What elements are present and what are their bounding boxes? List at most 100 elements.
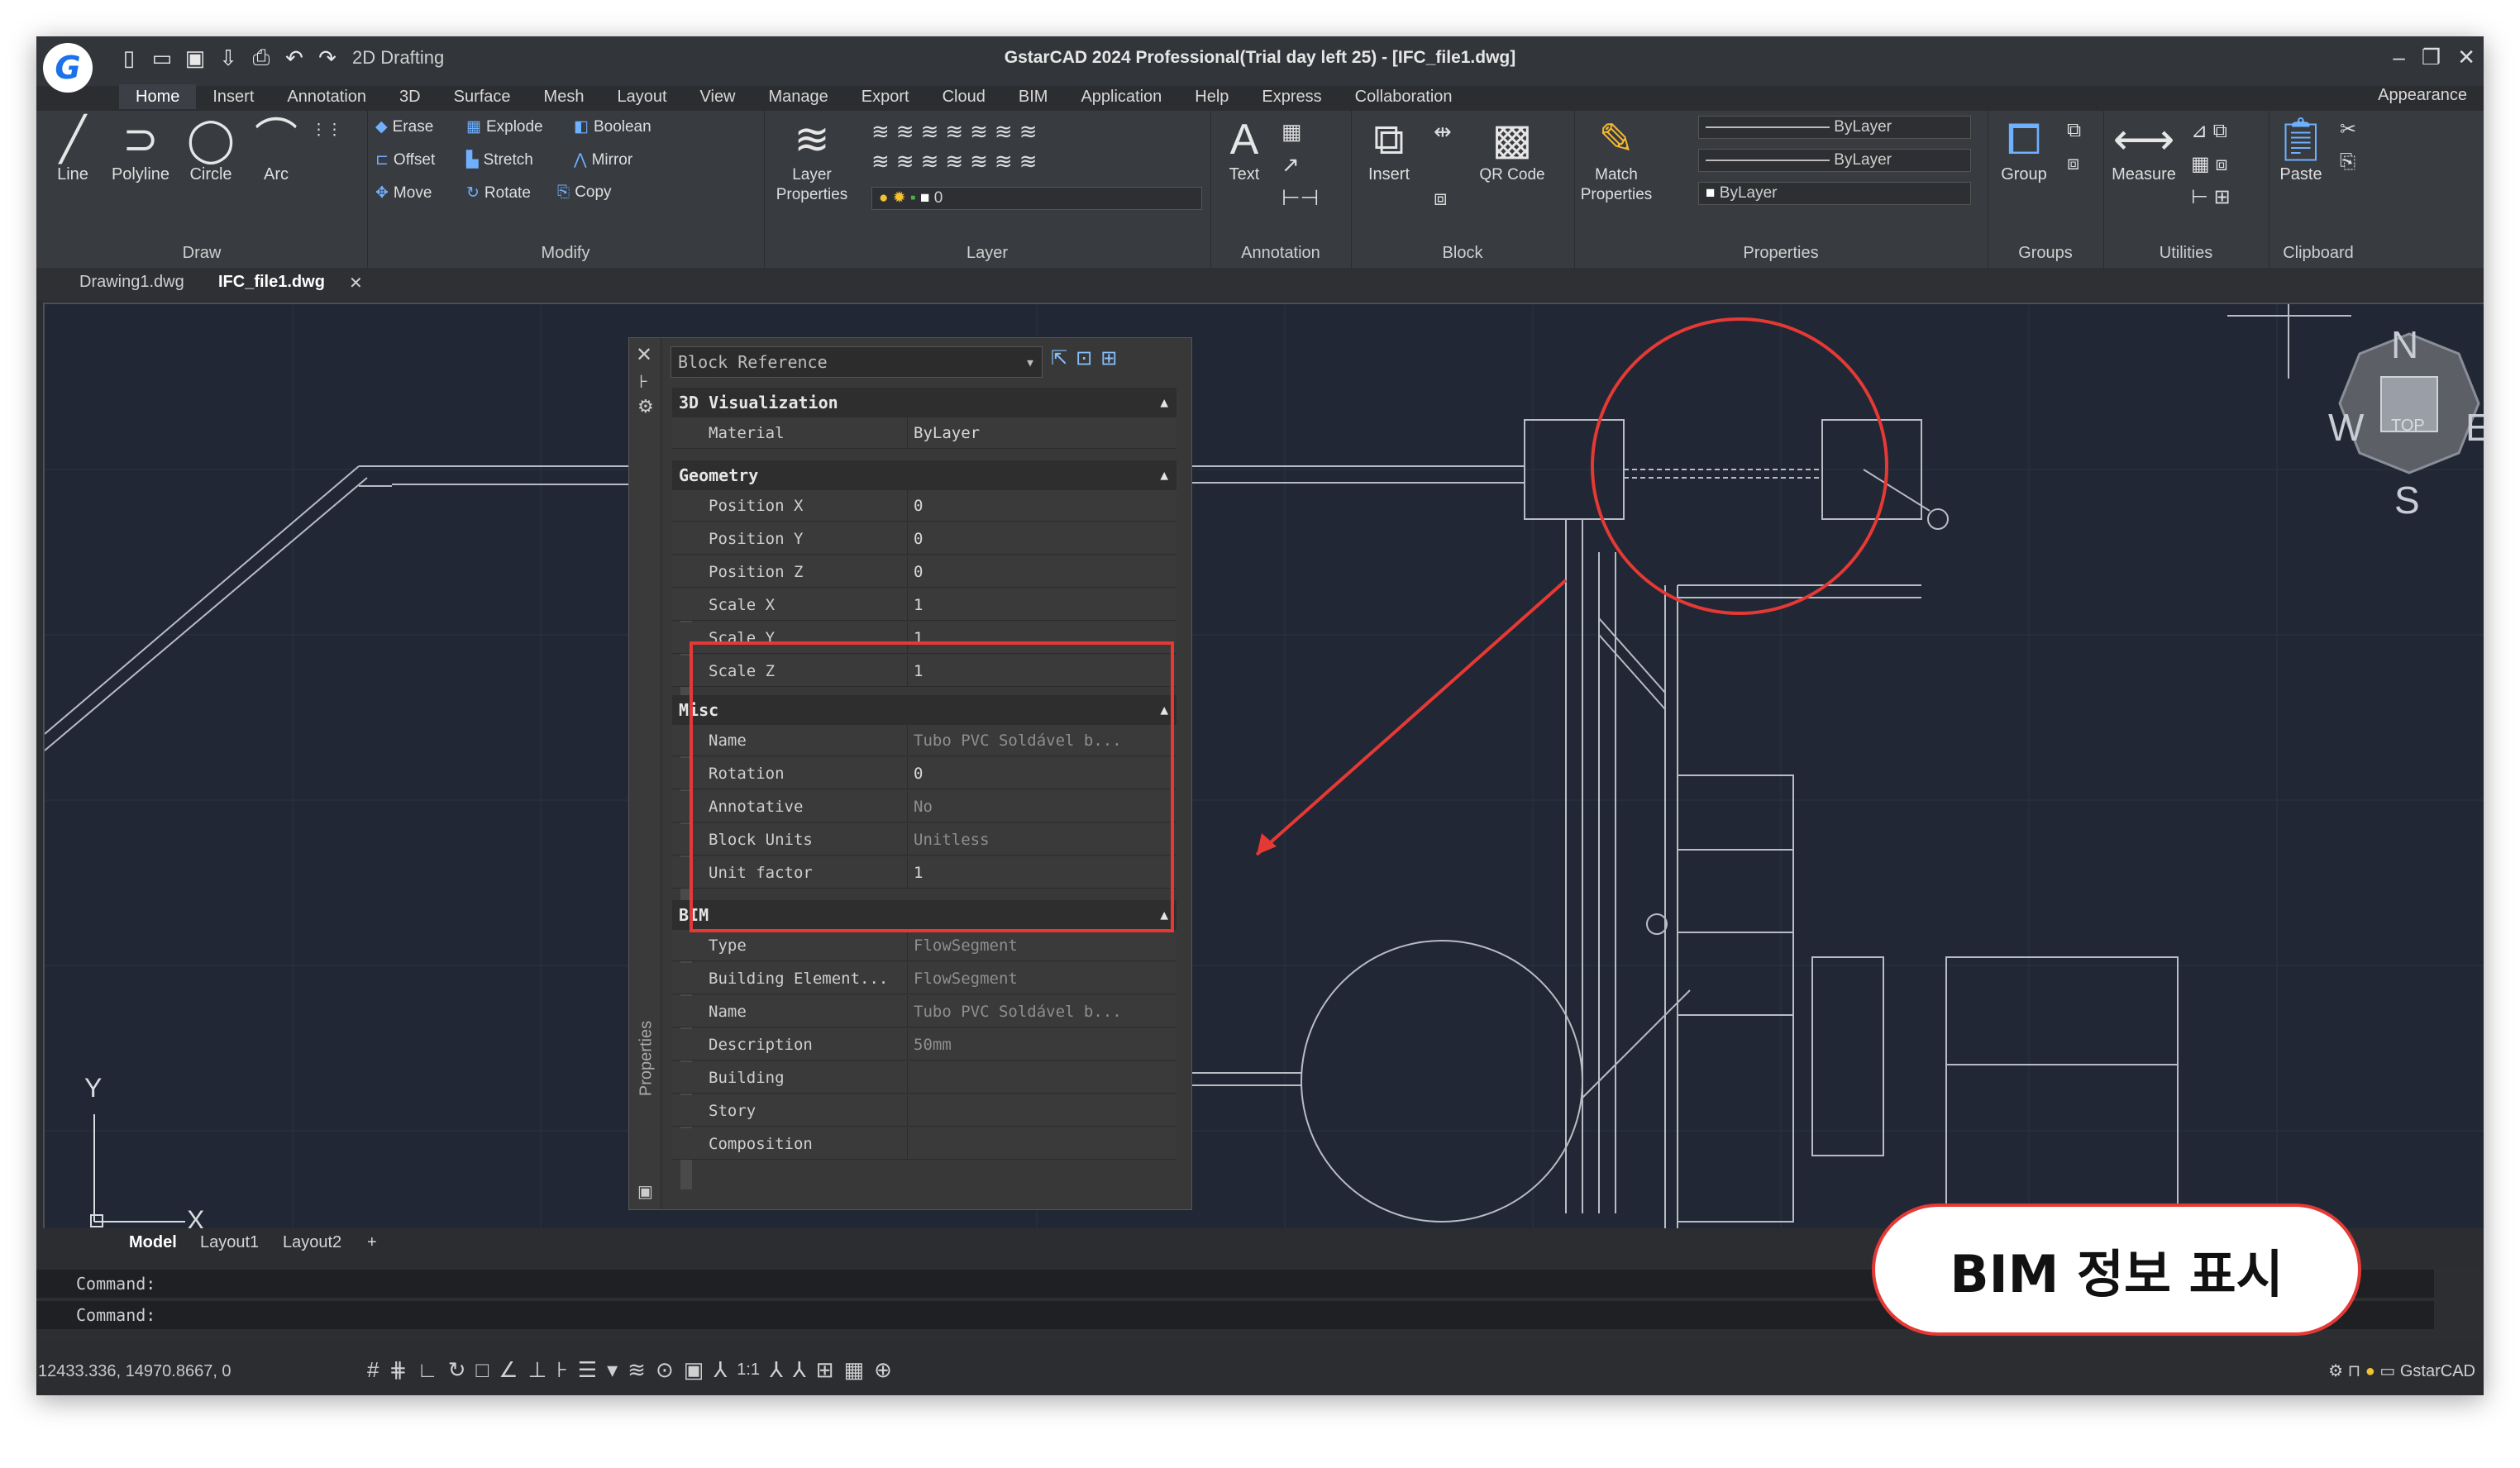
tab-export[interactable]: Export [845,84,926,109]
dynamic-input-icon[interactable]: ⊦ [556,1357,568,1383]
prop-row[interactable]: Building [672,1062,1176,1094]
annotation-panel-label[interactable]: Annotation [1210,244,1351,263]
rotate-button[interactable]: ↻ Rotate [466,184,531,203]
group-button[interactable]: ⧠ Group [1991,114,2057,184]
section-3d-visualization[interactable]: 3D Visualization ▲ [672,388,1176,417]
dimension-icon[interactable]: ⊢⊣ [1281,185,1319,211]
copy-clip-icon[interactable]: ⎘ [2340,150,2355,174]
restore-icon[interactable]: ❐ [2422,45,2441,70]
layer-properties-button[interactable]: ≋ Layer Properties [771,114,853,205]
lock-ui-icon[interactable]: ⊓ [2348,1362,2361,1380]
tab-insert[interactable]: Insert [196,84,270,109]
palette-bottom-icon[interactable]: ▣ [637,1181,653,1202]
annotation-scale-value[interactable]: 1:1 [737,1357,760,1383]
tab-3d[interactable]: 3D [383,84,437,109]
tab-layout[interactable]: Layout [600,84,683,109]
utility-icons-row3[interactable]: ⊢ ⊞ [2191,185,2231,209]
tab-drawing1[interactable]: Drawing1.dwg [79,273,184,292]
prop-row[interactable]: Description 50mm [672,1029,1176,1060]
auto-scale-icon[interactable]: ⅄ [793,1357,806,1383]
close-icon[interactable]: ✕ [2457,45,2475,70]
prop-row[interactable]: Material ByLayer [672,417,1176,449]
minimize-icon[interactable]: – [2393,45,2404,70]
drawing-canvas[interactable]: N S W E TOP Y X ✕ ⊦ ⚙ Properties ▣ Block… [43,303,2484,1230]
prop-row[interactable]: Composition [672,1128,1176,1160]
block-edit-icon[interactable]: ⇹ [1434,119,1452,145]
section-geometry[interactable]: Geometry ▲ [672,460,1176,490]
lineweight-dropdown[interactable]: ■ ByLayer [1698,182,1971,205]
palette-pin-icon[interactable]: ⊦ [639,371,648,393]
tab-home[interactable]: Home [119,84,197,109]
boolean-button[interactable]: ◧ Boolean [574,117,651,136]
tab-ifc-file1[interactable]: IFC_file1.dwg [218,273,325,292]
polyline-button[interactable]: ⊃ Polyline [107,114,174,184]
viewport-icon[interactable]: ▣ [684,1357,704,1383]
stretch-button[interactable]: ▙ Stretch [466,150,533,169]
utility-icons-row2[interactable]: ▦ ⧈ [2191,152,2228,176]
tab-layout2[interactable]: Layout2 [283,1233,341,1252]
compass-s-label[interactable]: S [2394,478,2420,522]
grid-icon[interactable]: # [367,1357,379,1383]
annotation-visibility-icon[interactable]: ⅄ [770,1357,783,1383]
circle-button[interactable]: ◯ Circle [182,114,240,184]
block-attr-icon[interactable]: ⧈ [1434,185,1448,212]
prop-row[interactable]: Building Element... FlowSegment [672,963,1176,994]
ortho-icon[interactable]: ∟ [417,1357,437,1383]
table-status-icon[interactable]: ▦ [844,1357,865,1383]
tab-bim[interactable]: BIM [1002,84,1065,109]
prop-row[interactable]: Position Z0 [672,556,1176,588]
zoom-icon[interactable]: ⊙ [656,1357,674,1383]
qr-code-button[interactable]: ▩ QR Code [1475,114,1549,185]
explode-button[interactable]: ▦ Explode [466,117,543,136]
tab-mesh[interactable]: Mesh [527,84,601,109]
group-edit-icon[interactable]: ⧉ [2067,119,2081,142]
snap-icon[interactable]: ⋕ [389,1357,407,1383]
modify-panel-label[interactable]: Modify [367,244,764,263]
dynamic-ucs-icon[interactable]: ⊥ [528,1357,547,1383]
compass-e-label[interactable]: E [2465,405,2484,450]
transparency-icon[interactable]: ▾ [607,1357,618,1383]
utility-icons-row1[interactable]: ⊿ ⧉ [2191,119,2227,143]
properties-panel-label[interactable]: Properties [1574,244,1988,263]
paste-button[interactable]: 📋︎ Paste [2272,114,2330,184]
annotation-scale-icon[interactable]: ⅄ [714,1357,727,1383]
offset-button[interactable]: ⊏ Offset [375,150,435,169]
workspace-switch-icon[interactable]: ⊞ [816,1357,834,1383]
groups-panel-label[interactable]: Groups [1988,244,2103,263]
move-button[interactable]: ✥ Move [375,184,432,203]
appearance-menu[interactable]: Appearance [2378,86,2467,105]
arc-button[interactable]: ⌒ Arc [251,114,301,184]
tab-manage[interactable]: Manage [752,84,845,109]
prop-row[interactable]: Name Tubo PVC Soldável b... [672,996,1176,1027]
settings-gear-icon[interactable]: ⚙ [2328,1362,2343,1380]
prop-row[interactable]: Type FlowSegment [672,930,1176,961]
tab-help[interactable]: Help [1178,84,1245,109]
tab-collaboration[interactable]: Collaboration [1339,84,1469,109]
tab-surface[interactable]: Surface [437,84,527,109]
table-icon[interactable]: ▦ [1281,119,1302,145]
measure-button[interactable]: ⟷ Measure [2107,114,2181,184]
palette-settings-icon[interactable]: ⚙ [637,396,654,417]
tab-model[interactable]: Model [129,1233,177,1252]
lineweight-icon[interactable]: ☰ [578,1357,597,1383]
layer-panel-label[interactable]: Layer [764,244,1210,263]
prop-row[interactable]: Position X0 [672,490,1176,522]
draw-panel-label[interactable]: Draw [36,244,367,263]
close-tab-icon[interactable]: ✕ [349,273,363,293]
tab-cloud[interactable]: Cloud [926,84,1002,109]
hardware-accel-icon[interactable]: ● [2365,1362,2375,1380]
tab-layout1[interactable]: Layout1 [200,1233,259,1252]
prop-row[interactable]: Scale X1 [672,589,1176,621]
layer-tools-icon[interactable]: ≋≋≋≋≋≋≋ [871,119,1044,145]
color-dropdown[interactable]: ByLayer [1698,116,1971,139]
palette-close-icon[interactable]: ✕ [636,343,652,367]
polar-icon[interactable]: ↻ [448,1357,466,1383]
line-button[interactable]: ╱ Line [48,114,98,184]
add-layout-button[interactable]: + [367,1233,377,1252]
tab-view[interactable]: View [684,84,752,109]
tab-application[interactable]: Application [1064,84,1178,109]
quick-select-icon[interactable]: ⊡ [1076,346,1092,376]
cut-icon[interactable]: ✂ [2340,117,2356,141]
compass-w-label[interactable]: W [2328,405,2364,450]
layer-tools-row2-icon[interactable]: ≋≋≋≋≋≋≋ [871,149,1044,174]
